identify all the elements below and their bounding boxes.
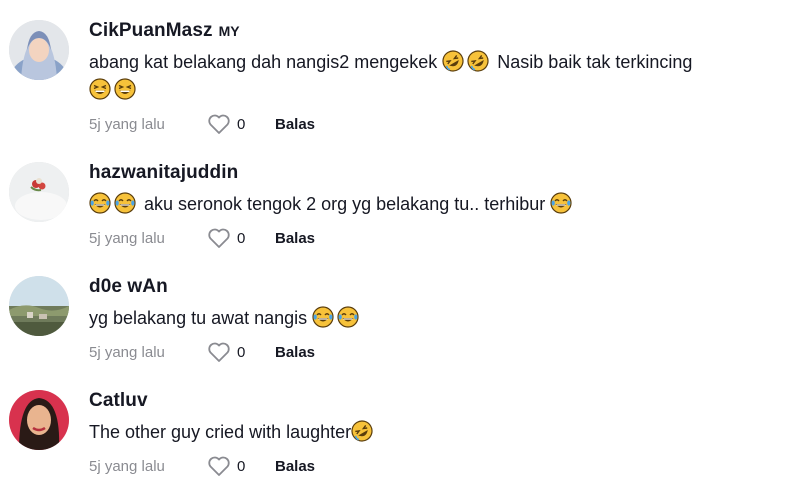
timestamp: 5j yang lalu bbox=[89, 457, 165, 475]
grinning-squint-emoji-icon bbox=[89, 78, 111, 100]
joy-emoji-icon bbox=[89, 192, 111, 214]
username[interactable]: d0e wAn bbox=[89, 276, 168, 298]
like-count: 0 bbox=[237, 115, 246, 133]
like-count: 0 bbox=[237, 343, 246, 361]
comment-item: hazwanitajuddin aku seronok tengok 2 org… bbox=[0, 162, 786, 272]
heart-outline-icon bbox=[208, 456, 230, 476]
rofl-emoji-icon bbox=[467, 50, 489, 72]
like-count: 0 bbox=[237, 229, 246, 247]
timestamp: 5j yang lalu bbox=[89, 229, 165, 247]
like-button[interactable]: 0 bbox=[207, 455, 275, 477]
like-button[interactable]: 0 bbox=[207, 113, 275, 135]
avatar[interactable] bbox=[9, 276, 69, 336]
timestamp: 5j yang lalu bbox=[89, 343, 165, 361]
timestamp: 5j yang lalu bbox=[89, 115, 165, 133]
grinning-squint-emoji-icon bbox=[114, 78, 136, 100]
avatar[interactable] bbox=[9, 20, 69, 80]
heart-outline-icon bbox=[208, 342, 230, 362]
heart-outline-icon bbox=[208, 228, 230, 248]
comment-text: yg belakang tu awat nangis bbox=[89, 304, 776, 332]
avatar[interactable] bbox=[9, 162, 69, 222]
comment-text-segment: The other guy cried with laughter bbox=[89, 422, 352, 442]
comment-item: Catluv The other guy cried with laughter… bbox=[0, 390, 786, 500]
comment-item: CikPuanMasz MY abang kat belakang dah na… bbox=[0, 20, 786, 134]
country-badge: MY bbox=[218, 23, 240, 39]
like-button[interactable]: 0 bbox=[207, 341, 275, 363]
joy-emoji-icon bbox=[312, 306, 334, 328]
comment-text-segment: abang kat belakang dah nangis2 mengekek bbox=[89, 52, 443, 72]
comment-text-segment: aku seronok tengok 2 org yg belakang tu.… bbox=[139, 194, 551, 214]
reply-button[interactable]: Balas bbox=[275, 344, 315, 361]
comment-text-segment: Nasib baik tak terkincing bbox=[492, 52, 693, 72]
avatar[interactable] bbox=[9, 390, 69, 450]
reply-button[interactable]: Balas bbox=[275, 458, 315, 475]
reply-button[interactable]: Balas bbox=[275, 230, 315, 247]
like-button[interactable]: 0 bbox=[207, 227, 275, 249]
comment-text: abang kat belakang dah nangis2 mengekek … bbox=[89, 48, 776, 104]
username[interactable]: hazwanitajuddin bbox=[89, 162, 238, 184]
rofl-emoji-icon bbox=[442, 50, 464, 72]
reply-button[interactable]: Balas bbox=[275, 116, 315, 133]
joy-emoji-icon bbox=[550, 192, 572, 214]
comment-text-segment: yg belakang tu awat nangis bbox=[89, 308, 313, 328]
username[interactable]: CikPuanMasz bbox=[89, 20, 213, 42]
heart-outline-icon bbox=[208, 114, 230, 134]
joy-emoji-icon bbox=[337, 306, 359, 328]
username[interactable]: Catluv bbox=[89, 390, 148, 412]
comment-text: The other guy cried with laughter bbox=[89, 418, 776, 446]
joy-emoji-icon bbox=[114, 192, 136, 214]
comment-text: aku seronok tengok 2 org yg belakang tu.… bbox=[89, 190, 776, 218]
comment-item: d0e wAn yg belakang tu awat nangis 5j ya… bbox=[0, 276, 786, 386]
like-count: 0 bbox=[237, 457, 246, 475]
rofl-emoji-icon bbox=[351, 420, 373, 442]
